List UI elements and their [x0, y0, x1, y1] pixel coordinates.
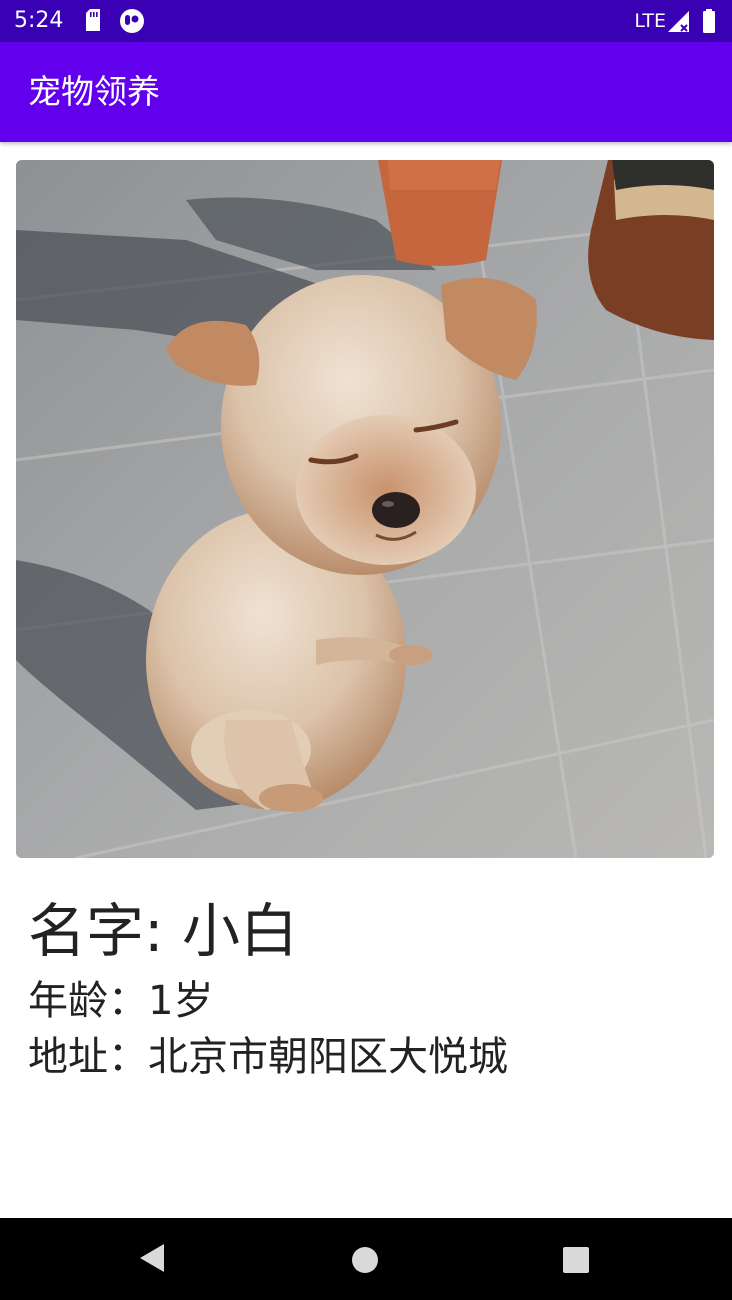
notification-icon [120, 9, 144, 33]
app-bar: 宠物领养 [0, 42, 732, 142]
status-icons-left [84, 9, 144, 33]
network-label: LTE [634, 10, 666, 32]
status-time: 5:24 [14, 8, 64, 33]
home-circle-icon [352, 1247, 378, 1273]
recents-square-icon [563, 1247, 589, 1273]
status-bar: 5:24 LTE [0, 0, 732, 42]
pet-name: 名字: 小白 [28, 897, 298, 965]
pet-age: 年龄：1岁 [28, 978, 214, 1024]
battery-icon [703, 9, 715, 33]
navigation-bar [0, 1218, 732, 1300]
pet-photo [16, 160, 714, 858]
recents-button[interactable] [563, 1242, 591, 1278]
signal-icon [668, 11, 689, 32]
app-title: 宠物领养 [28, 72, 160, 111]
status-icons-right [666, 9, 722, 33]
sd-card-icon [86, 9, 100, 31]
back-button[interactable] [138, 1242, 166, 1278]
back-triangle-icon [140, 1244, 164, 1272]
pet-address: 地址：北京市朝阳区大悦城 [28, 1034, 508, 1080]
home-button[interactable] [352, 1242, 380, 1278]
